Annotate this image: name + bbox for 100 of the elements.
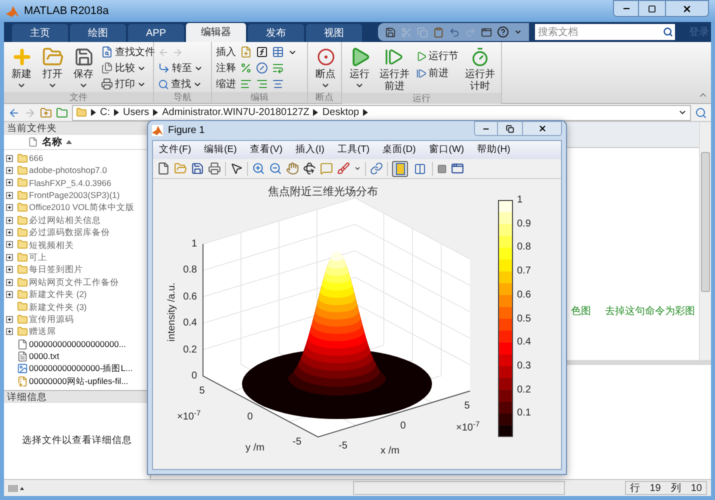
file-name[interactable]: 每日签到图片: [29, 263, 83, 276]
file-name[interactable]: 0000000000000000000...: [29, 338, 126, 350]
expand-icon[interactable]: [6, 204, 13, 212]
caret-icon[interactable]: [79, 81, 88, 90]
sort-ascending-icon[interactable]: [66, 140, 72, 144]
smart-indent-icon[interactable]: [240, 78, 252, 90]
path-segment[interactable]: C:: [100, 105, 110, 120]
function-icon[interactable]: [256, 46, 268, 58]
file-name[interactable]: 网站网页文件工作备份: [29, 276, 119, 288]
close-button[interactable]: [522, 121, 562, 136]
paste-icon[interactable]: [433, 26, 444, 38]
increase-indent-icon[interactable]: [256, 78, 268, 90]
search-icon[interactable]: [158, 78, 169, 90]
expand-icon[interactable]: [6, 316, 13, 323]
menu-item[interactable]: 文件(F): [159, 142, 192, 158]
wrap-comment-icon[interactable]: [272, 62, 284, 74]
help-icon[interactable]: [497, 26, 509, 38]
expand-icon[interactable]: [6, 216, 13, 224]
play-icon[interactable]: [416, 50, 426, 62]
search-icon[interactable]: [695, 106, 707, 118]
show-tools-icon[interactable]: [451, 162, 464, 175]
run-advance-icon[interactable]: [384, 47, 404, 67]
ribbon-small-button[interactable]: 比较: [101, 61, 155, 75]
caret-icon[interactable]: [321, 81, 330, 90]
menu-item[interactable]: 查看(V): [250, 142, 282, 158]
comment-icon[interactable]: [240, 62, 252, 74]
ribbon-tab[interactable]: 发布: [248, 24, 304, 42]
printer-icon[interactable]: [208, 162, 221, 175]
restore-icon[interactable]: [506, 124, 514, 132]
path-segment[interactable]: Desktop: [322, 105, 360, 120]
ribbon-small-button[interactable]: 运行节: [416, 49, 458, 63]
scrollbar-thumb[interactable]: [701, 152, 710, 292]
insert-section-icon[interactable]: [240, 46, 252, 58]
printer-icon[interactable]: [101, 78, 113, 90]
close-button[interactable]: [665, 0, 709, 17]
file-name[interactable]: 00000000网站-upfiles-fil...: [29, 374, 128, 388]
file-name[interactable]: 新建文件夹 (3): [29, 300, 87, 314]
ribbon-tab[interactable]: 主页: [12, 24, 68, 42]
expand-icon[interactable]: [6, 254, 13, 261]
maximize-button[interactable]: [498, 121, 522, 136]
uncomment-icon[interactable]: [256, 62, 268, 74]
menu-item[interactable]: 插入(I): [295, 142, 324, 158]
path-field[interactable]: C: Users Administrator.WIN7U-20180127Z Desktop: [72, 104, 691, 120]
ribbon-button[interactable]: 断点: [312, 45, 339, 90]
rotate-icon[interactable]: [303, 162, 316, 175]
path-segment[interactable]: Users: [123, 105, 150, 120]
browse-folder-icon[interactable]: [56, 106, 68, 118]
search-field[interactable]: 搜索文档: [535, 24, 661, 40]
menu-item[interactable]: 帮助(H): [477, 142, 510, 158]
decrease-indent-icon[interactable]: [272, 78, 284, 90]
save-icon[interactable]: [74, 47, 94, 67]
brush-icon[interactable]: [337, 162, 350, 175]
file-name[interactable]: FrontPage2003(SP3)(1): [29, 189, 120, 202]
file-name[interactable]: adobe-photoshop7.0: [29, 164, 107, 177]
ribbon-tab[interactable]: 编辑器: [186, 23, 246, 42]
ribbon-button[interactable]: 运行: [346, 45, 373, 90]
file-name[interactable]: 短视频相关: [29, 238, 74, 252]
goto-arrow-icon[interactable]: [158, 62, 170, 74]
menu-item[interactable]: 窗口(W): [428, 142, 464, 158]
file-name[interactable]: 必过网站相关信息: [29, 214, 101, 227]
hide-tools-icon[interactable]: [437, 164, 447, 174]
caret-icon[interactable]: [17, 81, 26, 90]
ribbon-small-button[interactable]: 打印: [101, 77, 155, 91]
ribbon-tab[interactable]: APP: [128, 24, 184, 42]
window-switch-icon[interactable]: [481, 26, 492, 38]
file-name[interactable]: 000000000000000-插图L...: [29, 362, 133, 376]
ribbon-small-button[interactable]: 查找: [158, 77, 203, 91]
expand-icon[interactable]: [6, 167, 13, 174]
ribbon-button[interactable]: 打开: [39, 45, 66, 90]
zoom-out-icon[interactable]: [269, 162, 282, 175]
close-icon[interactable]: [682, 4, 692, 14]
ribbon-tab[interactable]: 绘图: [70, 24, 126, 42]
breakpoint-icon[interactable]: [316, 48, 334, 66]
save-icon[interactable]: [191, 162, 204, 175]
ribbon-button[interactable]: 新建: [8, 45, 35, 90]
advance-icon[interactable]: [416, 68, 426, 78]
expand-icon[interactable]: [6, 278, 13, 286]
colorbar-toggle[interactable]: [392, 160, 408, 176]
back-arrow-icon[interactable]: [8, 106, 20, 118]
expand-icon[interactable]: [6, 266, 13, 274]
file-name[interactable]: 0000.txt: [29, 350, 60, 363]
expand-icon[interactable]: [6, 241, 13, 248]
path-segment[interactable]: Administrator.WIN7U-20180127Z: [162, 105, 310, 120]
ribbon-button[interactable]: 运行并计时: [462, 45, 497, 93]
file-name[interactable]: FlashFXP_5.4.0.3966: [29, 176, 112, 190]
ribbon-small-button[interactable]: 查找文件: [101, 45, 155, 59]
expand-icon[interactable]: [6, 192, 13, 199]
caret-icon[interactable]: [355, 81, 364, 90]
file-name[interactable]: Office2010 VOL简体中文版: [29, 201, 134, 214]
caret-icon[interactable]: [514, 28, 522, 36]
search-icon[interactable]: [663, 27, 673, 37]
column-header[interactable]: 名称: [42, 134, 62, 150]
ribbon-small-button[interactable]: 插入: [216, 44, 236, 60]
menu-item[interactable]: 编辑(E): [204, 142, 237, 158]
ribbon-small-button[interactable]: 转至: [158, 61, 203, 75]
expand-icon[interactable]: [6, 328, 13, 336]
file-name[interactable]: 可上: [29, 250, 47, 264]
maximize-icon[interactable]: [648, 4, 656, 12]
save-icon[interactable]: [385, 26, 396, 38]
folder-up-icon[interactable]: [40, 106, 52, 118]
